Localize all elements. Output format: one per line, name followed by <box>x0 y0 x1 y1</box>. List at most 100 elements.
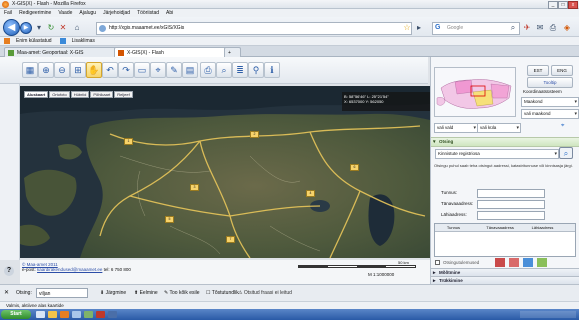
col-header-lahiaadress[interactable]: Lähiaadress <box>532 225 575 230</box>
addon-icon[interactable]: ✈ <box>522 23 532 33</box>
stop-icon[interactable]: ✕ <box>58 23 68 33</box>
lang-eng-button[interactable]: ENG <box>551 65 573 76</box>
export-excel-icon[interactable] <box>523 258 533 267</box>
tunnus-input[interactable] <box>477 189 545 198</box>
full-extent-icon[interactable]: ▦ <box>22 62 38 78</box>
row-select-2[interactable]: vali küla <box>477 123 521 133</box>
menu-tools[interactable]: Tööriistad <box>137 9 159 17</box>
addon-extra-icon[interactable]: ◈ <box>562 23 572 33</box>
layer-select[interactable]: vali maakond <box>521 109 579 119</box>
taskbar-app-icon[interactable] <box>72 311 81 318</box>
previous-view-icon[interactable]: ↶ <box>102 62 118 78</box>
next-view-icon[interactable]: ↷ <box>118 62 134 78</box>
find-close-icon[interactable]: ✕ <box>4 289 9 296</box>
minimize-button[interactable]: _ <box>548 1 558 9</box>
taskbar-app2-icon[interactable] <box>84 311 93 318</box>
lang-est-button[interactable]: EST <box>527 65 549 76</box>
menu-bookmarks[interactable]: Järjehoidjad <box>103 9 130 17</box>
maximize-button[interactable]: □ <box>558 1 568 9</box>
match-case-checkbox[interactable]: ☐ Tõstutundlik <box>206 290 239 296</box>
export-map-icon[interactable] <box>537 258 547 267</box>
url-go-icon[interactable]: ▸ <box>414 23 424 33</box>
bookmark-star-icon[interactable]: ☆ <box>402 23 412 33</box>
search-go-icon[interactable]: ⌕ <box>559 147 573 159</box>
tooltip-button[interactable]: Tooltip <box>527 77 573 88</box>
taskbar-folder-icon[interactable] <box>48 311 57 318</box>
map-tab-ortofoto[interactable]: Ortofoto <box>49 91 70 98</box>
mail-icon[interactable]: ✉ <box>535 23 545 33</box>
navigation-bar: ◀ ▶ ▾ ↻ ✕ ⌂ http://xgis.maaamet.ee/xGIS/… <box>0 17 579 37</box>
measure-icon[interactable]: ▭ <box>134 62 150 78</box>
zoom-box-icon[interactable]: ⊞ <box>70 62 86 78</box>
menu-edit[interactable]: Redigeerimine <box>19 9 51 17</box>
otsing-header[interactable]: ▾ Otsing <box>431 137 579 147</box>
col-header-tunnus[interactable]: Tunnus <box>447 225 486 230</box>
taskbar-firefox-icon[interactable] <box>60 311 69 318</box>
row-select-1[interactable]: vali vald <box>434 123 478 133</box>
search-map-icon[interactable]: ⌕ <box>216 62 232 78</box>
identify-icon[interactable]: ⌖ <box>150 62 166 78</box>
match-case-label: Tõstutundlik <box>211 290 239 296</box>
search-magnifier-icon[interactable]: ⌕ <box>508 23 518 33</box>
start-button[interactable]: Start <box>1 310 31 319</box>
search-input[interactable]: G Google <box>432 22 520 35</box>
field-label-tanav: Tänavaaadress: <box>441 201 474 206</box>
find-next-button[interactable]: ⬇ Järgmine <box>100 290 126 296</box>
results-legend-label: Otsingutulemused <box>443 260 480 265</box>
menu-help[interactable]: Abi <box>166 9 173 17</box>
pan-hand-icon[interactable]: ✋ <box>86 62 102 78</box>
find-input[interactable]: viljan <box>36 288 88 298</box>
menu-file[interactable]: Fail <box>4 9 12 17</box>
taskbar-app3-icon[interactable] <box>96 311 105 318</box>
scale-bar-label: 50 km <box>398 260 409 265</box>
find-prev-button[interactable]: ⬆ Eelmine <box>134 290 158 296</box>
window-title: X-GIS(X) - Flash - Mozilla Firefox <box>12 1 86 7</box>
map-tab-aluskaart[interactable]: Aluskaart <box>24 91 49 98</box>
map-view[interactable]: 1 2 3 4 5 6 7 Aluskaart Ortofoto Hübriid… <box>20 86 430 258</box>
taskbar-app4-icon[interactable] <box>108 311 117 318</box>
locate-icon[interactable]: ⌖ <box>561 123 573 131</box>
map-footer: ? © Maa-amet 2011 e-post: kaardirakendus… <box>4 260 430 284</box>
forward-button[interactable]: ▶ <box>20 22 32 34</box>
select-icon[interactable]: ▤ <box>182 62 198 78</box>
col-header-tanav[interactable]: Tänavaaadress <box>486 225 531 230</box>
reload-icon[interactable]: ↻ <box>46 23 56 33</box>
overview-map[interactable] <box>434 67 516 117</box>
lahiaadress-input[interactable] <box>477 211 545 220</box>
close-button[interactable]: x <box>568 1 578 9</box>
tanavaadress-input[interactable] <box>477 200 545 209</box>
search-placeholder: Google <box>447 25 464 31</box>
home-icon[interactable]: ⌂ <box>72 23 82 33</box>
footer-phone: tel: 6 750 800 <box>103 267 131 272</box>
map-tab-pohikaart[interactable]: Põhikaart <box>90 91 114 98</box>
dropdown-history-icon[interactable]: ▾ <box>34 23 44 33</box>
back-button[interactable]: ◀ <box>3 19 20 36</box>
link-icon[interactable]: ⚲ <box>248 62 264 78</box>
search-type-select[interactable]: Kinnistute registriosa <box>435 149 559 159</box>
print-icon[interactable]: ⎙ <box>548 23 558 33</box>
info-icon[interactable]: ℹ <box>264 62 280 78</box>
export-pdf-icon[interactable] <box>509 258 519 267</box>
help-icon[interactable]: ? <box>4 266 14 276</box>
highlight-all-label: Too kõik esile <box>169 290 200 296</box>
coordinate-system-select[interactable]: Maakond <box>521 97 579 107</box>
bookmark-live[interactable]: Lisaklimas <box>72 37 95 46</box>
moodistamine-label: Mõõtmine <box>439 270 461 275</box>
zoom-in-icon[interactable]: ⊕ <box>38 62 54 78</box>
zoom-out-icon[interactable]: ⊖ <box>54 62 70 78</box>
print-map-icon[interactable]: ⎙ <box>200 62 216 78</box>
firefox-icon <box>2 1 9 8</box>
taskbar-ie-icon[interactable] <box>36 311 45 318</box>
menu-view[interactable]: Vaade <box>58 9 72 17</box>
layers-icon[interactable]: ≣ <box>232 62 248 78</box>
highlight-all-button[interactable]: ✎ Too kõik esile <box>164 290 200 296</box>
bookmark-most-visited[interactable]: Enim külastatud <box>16 37 52 46</box>
map-tab-reljeef[interactable]: Reljeef <box>114 91 133 98</box>
export-icon[interactable] <box>495 258 505 267</box>
results-checkbox[interactable] <box>435 260 440 265</box>
footer-email-link[interactable]: kaardirakendused@maaamet.ee <box>37 267 102 272</box>
map-tab-hybriid[interactable]: Hübriid <box>70 91 90 98</box>
draw-icon[interactable]: ✎ <box>166 62 182 78</box>
menu-history[interactable]: Ajalugu <box>79 9 96 17</box>
url-input[interactable]: http://xgis.maaamet.ee/xGIS/XGis <box>96 22 412 35</box>
